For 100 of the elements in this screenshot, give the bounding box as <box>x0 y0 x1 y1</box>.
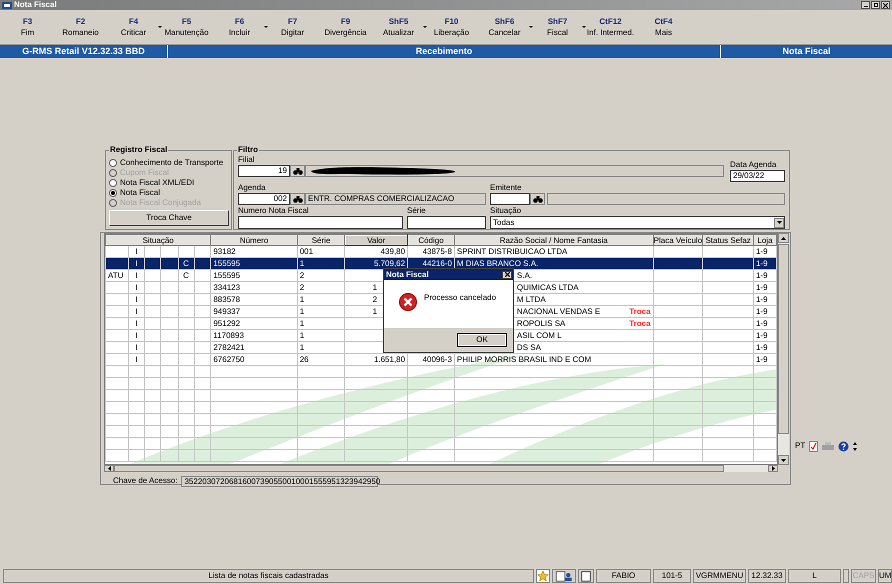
restore-button[interactable] <box>871 1 880 9</box>
field-label: Série <box>407 206 427 216</box>
toolbar-button[interactable]: ShF6 Cancelar <box>478 10 531 44</box>
toolbar-button[interactable]: ShF7 Fiscal <box>531 10 584 44</box>
table-row[interactable]: I C 155595 1 5.709,62 44216-0 M DIAS BRANCO S.A. 1-9 <box>106 258 776 270</box>
close-button[interactable] <box>502 270 512 278</box>
table-cell: 1-9 <box>753 282 776 294</box>
toolbar-button[interactable]: F6 Incluir <box>213 10 266 44</box>
numero-field[interactable] <box>238 216 403 229</box>
search-button[interactable] <box>530 193 545 205</box>
search-button[interactable] <box>290 193 305 205</box>
toolbar-button[interactable]: ShF5 Atualizar <box>372 10 425 44</box>
radio-option[interactable]: Conhecimento de Transporte <box>109 158 228 167</box>
minimize-button[interactable] <box>861 1 870 9</box>
table-cell: 949337 <box>210 306 298 318</box>
dropdown-caret-icon[interactable] <box>158 26 162 28</box>
column-header[interactable]: Valor <box>344 234 408 246</box>
toolbar-button[interactable]: F4 Criticar <box>107 10 160 44</box>
table-cell: I <box>128 282 144 294</box>
screen-title: Nota Fiscal <box>781 45 832 58</box>
emitente-field[interactable] <box>490 193 530 205</box>
field-label: Chave de Acesso: <box>113 475 178 487</box>
table-cell: 1 <box>297 318 345 330</box>
mode-label: L <box>788 569 841 583</box>
group-title: Filtro <box>237 146 259 154</box>
scroll-right-icon <box>772 466 774 471</box>
table-cell: 1 <box>297 342 345 354</box>
table-cell: 1-9 <box>753 318 776 330</box>
table-cell: 951292 <box>210 318 298 330</box>
tag-label: Troca <box>629 318 651 328</box>
document-user-icon[interactable] <box>552 569 576 583</box>
column-header[interactable]: Situação <box>106 234 211 246</box>
field-label: Numero Nota Fiscal <box>238 206 310 216</box>
table-cell: ASIL COM L <box>516 330 562 340</box>
document-icon[interactable] <box>578 569 594 583</box>
radio-button[interactable] <box>109 178 117 186</box>
troca-chave-button[interactable]: Troca Chave <box>109 210 229 226</box>
column-header[interactable]: Loja <box>753 234 776 246</box>
column-header[interactable]: Número <box>210 234 298 246</box>
field-label: Filial <box>238 155 256 165</box>
radio-button[interactable] <box>109 188 117 196</box>
column-header[interactable]: Série <box>297 234 345 246</box>
toolbar-button[interactable]: F10 Liberação <box>425 10 478 44</box>
toolbar-button[interactable]: F7 Digitar <box>266 10 319 44</box>
dropdown-caret-icon[interactable] <box>423 26 427 28</box>
field-label: Emitente <box>490 183 523 193</box>
dropdown-caret-icon[interactable] <box>529 26 533 28</box>
dropdown-caret-icon[interactable] <box>264 26 268 28</box>
table-cell: 6762750 <box>210 354 298 366</box>
toolbar-button[interactable]: F5 Manutenção <box>160 10 213 44</box>
app-icon <box>2 2 12 8</box>
column-header[interactable]: Código <box>408 234 454 246</box>
close-button[interactable] <box>881 1 890 9</box>
table-cell: PHILIP MORRIS BRASIL IND E COM <box>456 354 592 364</box>
toolbar-button[interactable]: F9 Divergência <box>319 10 372 44</box>
language-button[interactable]: PT <box>795 440 806 452</box>
field-label: Agenda <box>238 183 267 193</box>
table-cell: M DIAS BRANCO S.A. <box>456 258 538 268</box>
table-cell: I <box>128 258 144 270</box>
field-label: Data Agenda <box>730 160 778 170</box>
column-header[interactable]: Placa Veículo <box>653 234 703 246</box>
binoculars-icon <box>292 196 302 202</box>
module-title: Recebimento <box>168 45 721 58</box>
toolbar-button[interactable]: F3 Fim <box>1 10 54 44</box>
dropdown-caret-icon[interactable] <box>582 26 586 28</box>
table-cell: I <box>128 342 144 354</box>
vertical-scrollbar[interactable] <box>778 233 789 465</box>
table-cell: I <box>128 354 144 366</box>
field-label: Situação <box>490 206 522 216</box>
tag-label: Troca <box>629 306 651 316</box>
num-lock-indicator: UM <box>878 569 892 583</box>
toolbar-button[interactable]: CtF12 Inf. Intermed. <box>584 10 637 44</box>
radio-option[interactable]: Nota Fiscal XML/EDI <box>109 178 228 187</box>
help-icon[interactable] <box>838 440 850 452</box>
column-header[interactable]: Razão Social / Nome Fantasia <box>454 234 654 246</box>
ok-button[interactable]: OK <box>457 333 507 347</box>
scroll-down-icon <box>781 458 786 462</box>
dialog-title: Nota Fiscal <box>386 270 429 278</box>
horizontal-scrollbar[interactable] <box>104 465 778 472</box>
table-cell: 2 <box>297 270 345 282</box>
binoculars-icon <box>292 168 302 174</box>
serie-field[interactable] <box>407 216 486 229</box>
star-icon[interactable] <box>536 569 550 583</box>
table-cell: 1 <box>297 306 345 318</box>
agenda-field[interactable]: 002 <box>238 193 290 205</box>
radio-option[interactable]: Nota Fiscal <box>109 188 228 197</box>
radio-button[interactable] <box>109 158 117 166</box>
table-cell: 334123 <box>210 282 298 294</box>
search-button[interactable] <box>290 165 305 177</box>
filial-field[interactable]: 19 <box>238 165 290 177</box>
date-field[interactable]: 29/03/22 <box>730 170 785 182</box>
table-cell: 1170893 <box>210 330 298 342</box>
error-icon <box>399 293 417 311</box>
situacao-dropdown[interactable]: Todas <box>490 216 785 229</box>
toolbar-button[interactable]: CtF4 Mais <box>637 10 690 44</box>
expand-icon[interactable] <box>853 442 858 450</box>
toolbar-button[interactable]: F2 Romaneio <box>54 10 107 44</box>
column-header[interactable]: Status Sefaz <box>702 234 754 246</box>
table-row[interactable]: I 6762750 26 1.651,80 40096-3 PHILIP MORRIS BRASIL IND E COM 1-9 <box>106 354 776 366</box>
version-label: 12.32.33 <box>748 569 786 583</box>
